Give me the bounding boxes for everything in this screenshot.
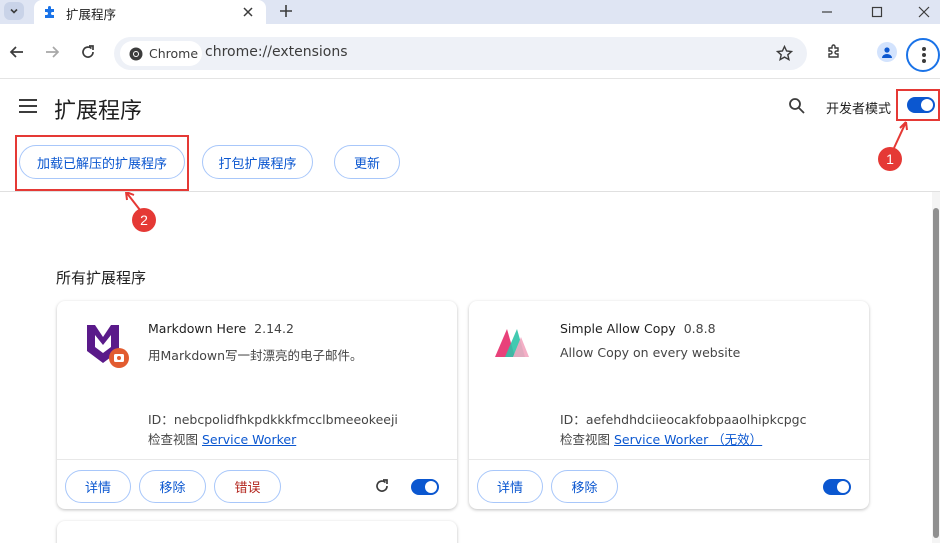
tab-search-button[interactable]	[4, 2, 24, 20]
star-icon[interactable]	[776, 45, 793, 62]
simple-allow-copy-icon	[495, 329, 529, 357]
annotation-number-2: 2	[132, 208, 156, 232]
close-icon[interactable]	[240, 4, 256, 20]
extension-id: ID：aefehdhdciieocakfobpaaolhipkcpgc	[560, 412, 807, 427]
forward-icon[interactable]	[43, 43, 61, 61]
profile-icon	[882, 47, 892, 58]
service-worker-link[interactable]: Service Worker	[202, 432, 296, 447]
omnibox[interactable]: Chrome chrome://extensions	[114, 37, 807, 70]
tab-strip: 扩展程序	[0, 0, 940, 24]
site-chip-label: Chrome	[149, 46, 199, 61]
service-worker-link[interactable]: Service Worker （无效）	[614, 432, 762, 447]
page-title: 扩展程序	[54, 99, 143, 124]
window-close-icon[interactable]	[914, 2, 934, 22]
extension-card-markdown-here: Markdown Here 2.14.2 用Markdown写一封漂亮的电子邮件。…	[57, 301, 457, 509]
extension-name: Markdown Here 2.14.2	[148, 321, 294, 336]
url-text[interactable]: chrome://extensions	[205, 44, 348, 60]
markdown-here-icon	[87, 325, 129, 368]
extension-enable-toggle[interactable]	[823, 479, 851, 495]
profile-avatar[interactable]	[877, 42, 897, 62]
chevron-down-icon	[10, 8, 18, 14]
remove-button[interactable]: 移除	[139, 470, 206, 503]
annotation-box-2	[15, 135, 189, 191]
reload-icon[interactable]	[79, 43, 97, 61]
inspect-views: 检查视图 Service Worker （无效）	[560, 432, 763, 447]
extension-id: ID：nebcpolidfhkpdkkkfmcclbmeeokeeji	[148, 412, 398, 427]
puzzle-icon	[45, 6, 54, 18]
extension-version: 2.14.2	[254, 321, 294, 336]
extension-description: 用Markdown写一封漂亮的电子邮件。	[148, 348, 363, 363]
details-button[interactable]: 详情	[65, 470, 131, 503]
extension-card-partial	[57, 521, 457, 543]
chrome-icon	[129, 47, 143, 61]
extension-version: 0.8.8	[683, 321, 716, 336]
remove-button[interactable]: 移除	[551, 470, 618, 503]
tab-title: 扩展程序	[66, 7, 117, 22]
menu-icon[interactable]	[906, 38, 940, 72]
annotation-box-1	[896, 89, 940, 121]
details-button[interactable]: 详情	[477, 470, 543, 503]
reload-icon[interactable]	[373, 477, 391, 495]
browser-toolbar: Chrome chrome://extensions	[0, 24, 940, 79]
extension-card-simple-allow-copy: Simple Allow Copy 0.8.8 Allow Copy on eve…	[469, 301, 869, 509]
header-divider	[0, 191, 940, 192]
extension-name: Simple Allow Copy 0.8.8	[560, 321, 716, 336]
section-title: 所有扩展程序	[56, 269, 147, 287]
update-button[interactable]: 更新	[334, 145, 400, 179]
dev-mode-label: 开发者模式	[826, 102, 892, 117]
extension-description: Allow Copy on every website	[560, 345, 741, 360]
extension-enable-toggle[interactable]	[411, 479, 439, 495]
scrollbar-thumb[interactable]	[933, 208, 939, 538]
errors-button[interactable]: 错误	[214, 470, 281, 503]
minimize-icon[interactable]	[817, 2, 837, 22]
hamburger-icon[interactable]	[19, 99, 37, 113]
search-icon[interactable]	[788, 97, 806, 115]
maximize-icon[interactable]	[867, 2, 887, 22]
annotation-number-1: 1	[878, 147, 902, 171]
inspect-views: 检查视图 Service Worker	[148, 432, 297, 447]
plus-icon[interactable]	[278, 3, 294, 19]
tab-extensions[interactable]: 扩展程序	[34, 0, 266, 24]
back-icon[interactable]	[8, 43, 26, 61]
extensions-icon[interactable]	[826, 42, 844, 60]
pack-extension-button[interactable]: 打包扩展程序	[202, 145, 313, 179]
scrollbar[interactable]	[932, 192, 940, 543]
